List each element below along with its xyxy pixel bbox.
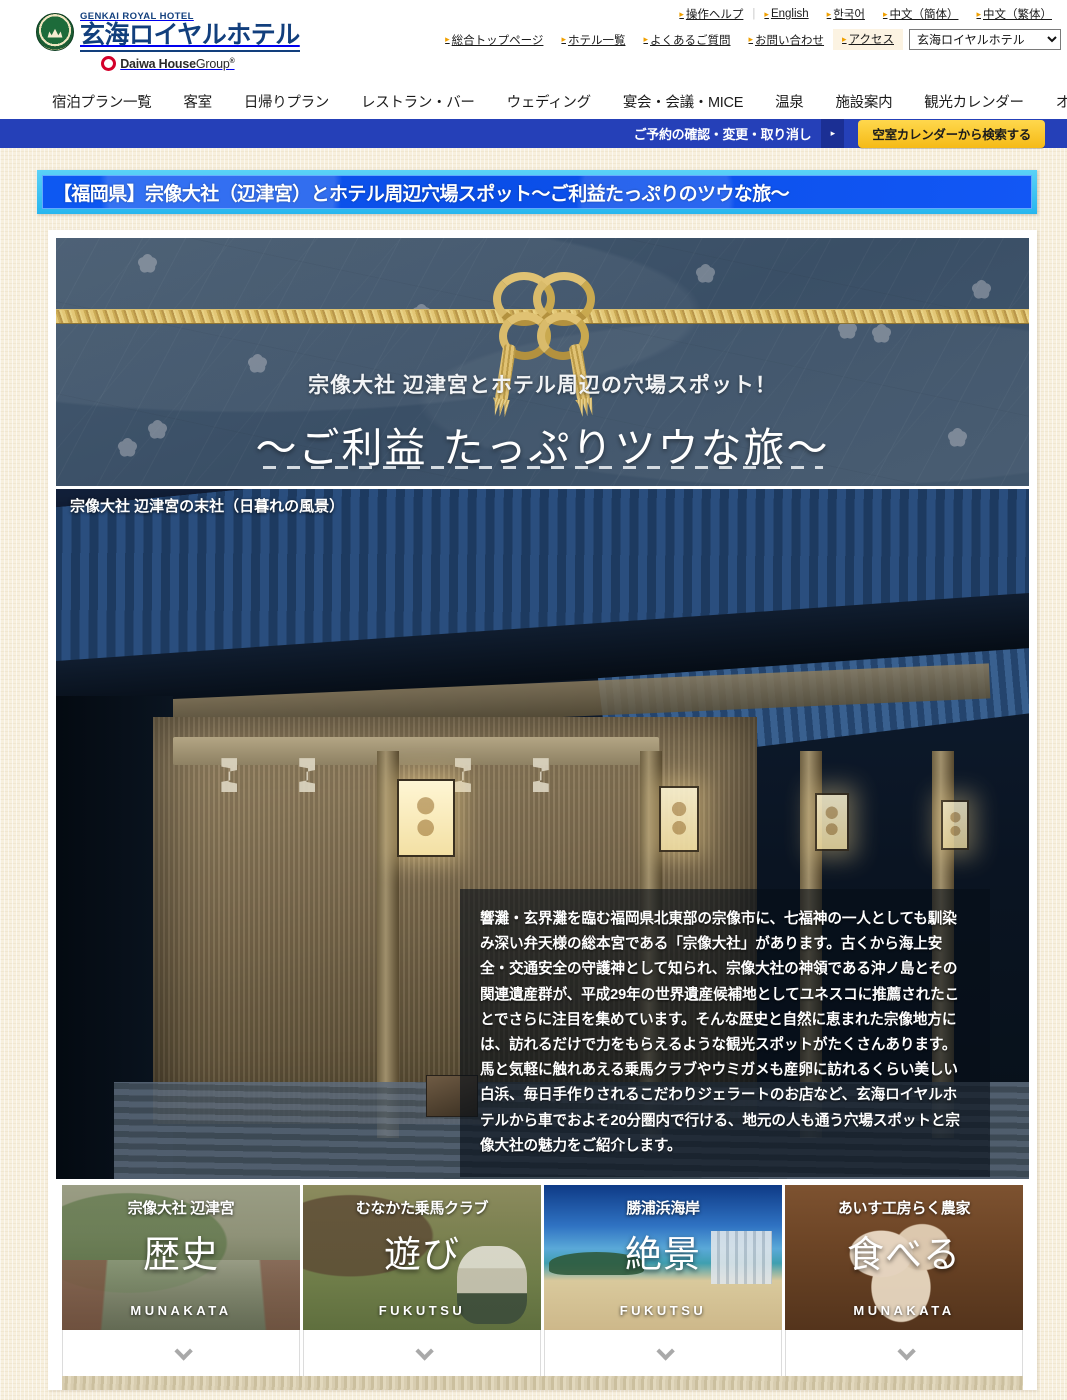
- spot-card-keyword: 食べる: [847, 1233, 961, 1276]
- daiwa-text: Daiwa HouseGroup®: [120, 56, 235, 71]
- utility-link-chinese-traditional[interactable]: 中文（繁体）: [967, 6, 1061, 22]
- shimenawa-strand: [172, 737, 660, 765]
- nav-item-day-trip[interactable]: 日帰りプラン: [228, 91, 345, 112]
- spot-card-keyword: 遊び: [384, 1233, 460, 1276]
- hero-banner: 宗像大社 辺津宮とホテル周辺の穴場スポット！ 〜ご利益 たっぷりツウな旅〜: [56, 238, 1029, 486]
- spot-card-keyword: 歴史: [143, 1233, 219, 1276]
- hotel-select-dropdown[interactable]: 玄海ロイヤルホテル: [909, 29, 1061, 50]
- logo-text: GENKAI ROYAL HOTEL 玄海ロイヤルホテル: [80, 11, 300, 52]
- daiwa-bold: Daiwa House: [120, 56, 196, 71]
- spot-card-region: FUKUTSU: [619, 1303, 707, 1318]
- site-logo[interactable]: GENKAI ROYAL HOTEL 玄海ロイヤルホテル Daiwa House…: [36, 11, 300, 71]
- hero-title: 〜ご利益 たっぷりツウな旅〜: [255, 424, 830, 472]
- spot-card[interactable]: むなかた乗馬クラブ 遊び FUKUTSU: [303, 1185, 541, 1376]
- nav-item-online-shop[interactable]: オンラインショップ: [1040, 91, 1067, 112]
- chevron-down-icon: [655, 1341, 675, 1361]
- description-text: 響灘・玄界灘を臨む福岡県北東部の宗像市に、七福神の一人としても馴染み深い弁天様の…: [480, 911, 960, 1154]
- daiwa-house-group: Daiwa HouseGroup®: [101, 56, 235, 71]
- spot-card-image[interactable]: 宗像大社 辺津宮 歴史 MUNAKATA: [62, 1185, 300, 1330]
- utility-link-faq[interactable]: よくあるご質問: [634, 32, 739, 48]
- sakura-petal-icon: [134, 250, 160, 276]
- hero-dashed-rule: [262, 466, 823, 469]
- paper-lantern-icon: [659, 785, 700, 852]
- daiwa-thin: Group: [195, 56, 230, 71]
- nav-item-stay-plans[interactable]: 宿泊プラン一覧: [36, 91, 167, 112]
- page-title-inner: 【福岡県】宗像大社（辺津宮）とホテル周辺穴場スポット〜ご利益たっぷりのツウな旅〜: [42, 175, 1032, 209]
- utility-link-contact[interactable]: お問い合わせ: [740, 32, 834, 48]
- page-title-banner: 【福岡県】宗像大社（辺津宮）とホテル周辺穴場スポット〜ご利益たっぷりのツウな旅〜: [37, 170, 1037, 214]
- nav-item-onsen[interactable]: 温泉: [759, 91, 819, 112]
- daiwa-reg: ®: [229, 57, 235, 65]
- hero-subtitle: 宗像大社 辺津宮とホテル周辺の穴場スポット！: [308, 374, 777, 397]
- nav-item-wedding[interactable]: ウェディング: [491, 91, 607, 112]
- spot-card-keyword: 絶景: [625, 1233, 701, 1276]
- utility-link-hotel-list[interactable]: ホテル一覧: [552, 32, 634, 48]
- spot-card-region: MUNAKATA: [130, 1303, 232, 1318]
- logo-row: GENKAI ROYAL HOTEL 玄海ロイヤルホテル: [36, 11, 300, 52]
- main-navigation: 宿泊プラン一覧 客室 日帰りプラン レストラン・バー ウェディング 宴会・会議・…: [0, 84, 1067, 119]
- chevron-down-icon: [173, 1341, 193, 1361]
- chevron-down-icon: [414, 1341, 434, 1361]
- utility-link-english[interactable]: English: [755, 8, 817, 20]
- utility-link-chinese-simplified[interactable]: 中文（簡体）: [874, 6, 968, 22]
- sakura-petal-icon: [968, 276, 994, 302]
- hero-photo: 宗像大社 辺津宮の末社（日暮れの風景） 響灘・玄界灘を臨む福岡県北東部の宗像市に…: [56, 489, 1029, 1179]
- utility-links-top: 操作ヘルプ | English 한국어 中文（簡体） 中文（繁体）: [670, 6, 1061, 22]
- paper-lantern-icon: [941, 799, 970, 850]
- nav-item-sightseeing-calendar[interactable]: 観光カレンダー: [908, 91, 1039, 112]
- spot-card[interactable]: あいす工房らく農家 食べる MUNAKATA: [785, 1185, 1023, 1376]
- utility-link-top-page[interactable]: 総合トップページ: [436, 32, 552, 48]
- spot-card-image[interactable]: あいす工房らく農家 食べる MUNAKATA: [785, 1185, 1023, 1330]
- page-title: 【福岡県】宗像大社（辺津宮）とホテル周辺穴場スポット〜ご利益たっぷりのツウな旅〜: [53, 183, 790, 205]
- daiwa-circle-icon: [101, 56, 117, 71]
- utility-link-korean[interactable]: 한국어: [818, 6, 874, 22]
- spot-card-title: むなかた乗馬クラブ: [355, 1200, 489, 1217]
- nav-item-facilities[interactable]: 施設案内: [819, 91, 908, 112]
- spot-card-region: MUNAKATA: [853, 1303, 955, 1318]
- spot-card-image[interactable]: 勝浦浜海岸 絶景 FUKUTSU: [544, 1185, 782, 1330]
- spot-card-list: 宗像大社 辺津宮 歴史 MUNAKATA むなかた乗馬クラブ 遊び FUKUTS…: [56, 1185, 1029, 1376]
- spot-card-title: 勝浦浜海岸: [626, 1200, 700, 1217]
- description-overlay: 響灘・玄界灘を臨む福岡県北東部の宗像市に、七福神の一人としても馴染み深い弁天様の…: [460, 889, 990, 1178]
- sakura-petal-icon: [692, 260, 718, 286]
- paper-lantern-icon: [396, 778, 455, 857]
- reservation-confirm-link[interactable]: ご予約の確認・変更・取り消し: [634, 124, 812, 143]
- spot-card[interactable]: 勝浦浜海岸 絶景 FUKUTSU: [544, 1185, 782, 1376]
- nav-item-restaurant-bar[interactable]: レストラン・バー: [345, 91, 491, 112]
- spot-card-jump-button[interactable]: [62, 1330, 300, 1376]
- reservation-bar: ご予約の確認・変更・取り消し ▸ 空室カレンダーから検索する: [0, 119, 1067, 148]
- paper-lantern-icon: [814, 792, 849, 851]
- vacancy-calendar-search-button[interactable]: 空室カレンダーから検索する: [858, 119, 1045, 148]
- spot-card-title: 宗像大社 辺津宮: [127, 1200, 235, 1217]
- chevron-down-icon: [896, 1341, 916, 1361]
- spot-card[interactable]: 宗像大社 辺津宮 歴史 MUNAKATA: [62, 1185, 300, 1376]
- chevron-right-icon[interactable]: ▸: [821, 119, 845, 148]
- nav-item-banquet-mice[interactable]: 宴会・会議・MICE: [607, 91, 759, 112]
- spot-card-title: あいす工房らく農家: [837, 1200, 971, 1217]
- content-container: 宗像大社 辺津宮とホテル周辺の穴場スポット！ 〜ご利益 たっぷりツウな旅〜 宗像…: [48, 230, 1037, 1390]
- logo-japanese: 玄海ロイヤルホテル: [80, 22, 300, 52]
- decorative-strip: [62, 1376, 1023, 1390]
- spot-card-region: FUKUTSU: [378, 1303, 466, 1318]
- nav-item-rooms[interactable]: 客室: [167, 91, 227, 112]
- spot-card-jump-button[interactable]: [303, 1330, 541, 1376]
- utility-link-help[interactable]: 操作ヘルプ: [670, 6, 752, 22]
- photo-caption: 宗像大社 辺津宮の末社（日暮れの風景）: [70, 498, 345, 515]
- site-header: GENKAI ROYAL HOTEL 玄海ロイヤルホテル Daiwa House…: [0, 0, 1067, 119]
- hotel-crest-icon: [36, 12, 74, 51]
- spot-card-jump-button[interactable]: [544, 1330, 782, 1376]
- utility-link-access[interactable]: アクセス: [833, 29, 903, 50]
- spot-card-jump-button[interactable]: [785, 1330, 1023, 1376]
- utility-links-second: 総合トップページ ホテル一覧 よくあるご質問 お問い合わせ アクセス 玄海ロイヤ…: [436, 29, 1061, 50]
- spot-card-image[interactable]: むなかた乗馬クラブ 遊び FUKUTSU: [303, 1185, 541, 1330]
